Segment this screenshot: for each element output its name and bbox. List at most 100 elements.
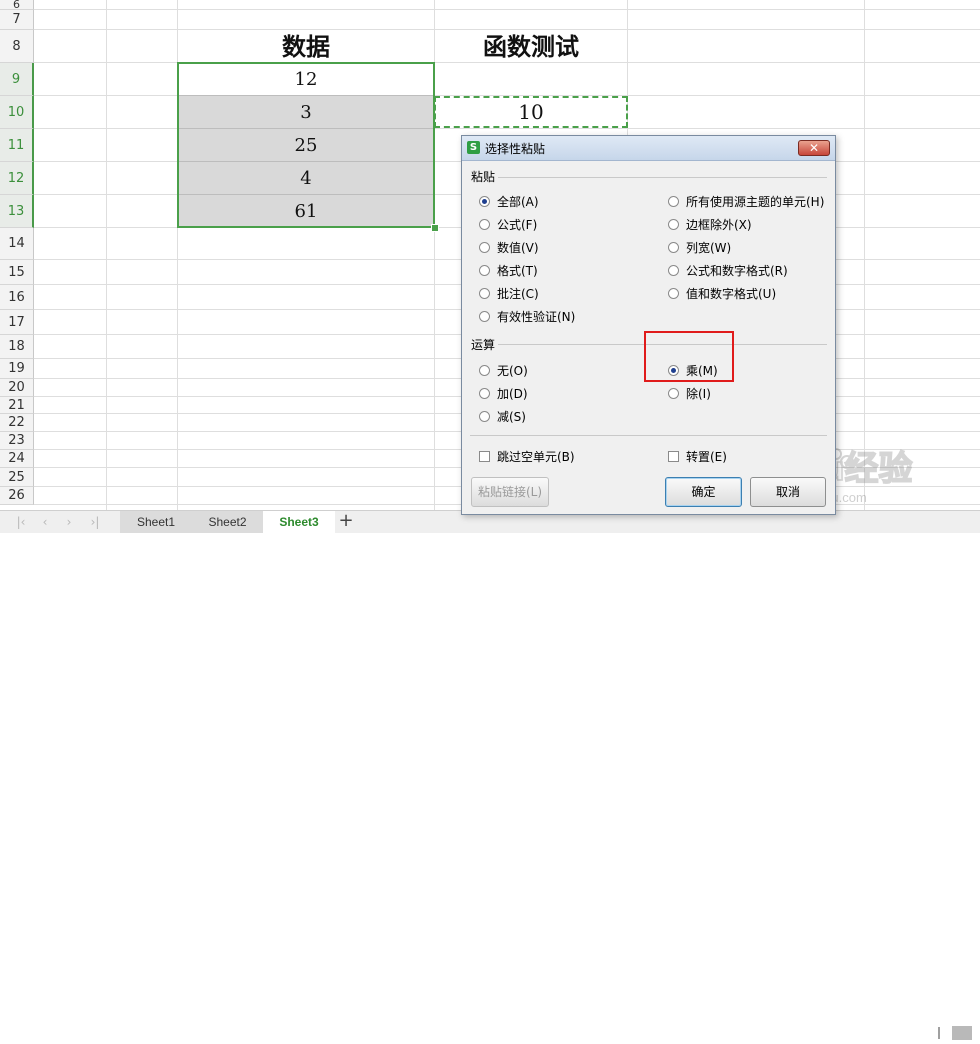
row-header-20[interactable]: 20: [0, 379, 34, 397]
paste-option-label: 格式(T): [497, 264, 538, 278]
paste-option-validation[interactable]: 有效性验证(N): [479, 308, 575, 325]
row-header-17[interactable]: 17: [0, 310, 34, 335]
row-header-25[interactable]: 25: [0, 468, 34, 487]
radio-icon: [668, 219, 679, 230]
dialog-title: 选择性粘贴: [485, 142, 546, 156]
radio-icon: [479, 265, 490, 276]
cancel-button[interactable]: 取消: [750, 477, 826, 507]
copied-cell[interactable]: 10: [434, 96, 628, 128]
highlight-annotation-box: [644, 331, 734, 382]
tab-sheet1[interactable]: Sheet1: [120, 511, 192, 533]
tab-sheet2[interactable]: Sheet2: [192, 511, 263, 533]
row-header-6[interactable]: 6: [0, 0, 34, 11]
cell-header-data[interactable]: 数据: [178, 30, 434, 63]
row-header-11[interactable]: 11: [0, 129, 34, 162]
last-sheet-icon[interactable]: ›|: [86, 514, 104, 530]
paste-option-source-theme[interactable]: 所有使用源主题的单元(H): [668, 193, 824, 210]
paste-link-button[interactable]: 粘贴链接(L): [471, 477, 549, 507]
radio-icon: [668, 242, 679, 253]
row-header-8[interactable]: 8: [0, 30, 34, 63]
ok-button[interactable]: 确定: [665, 477, 742, 507]
radio-icon: [479, 219, 490, 230]
row-header-15[interactable]: 15: [0, 260, 34, 285]
data-cell[interactable]: 61: [178, 195, 434, 228]
scroll-thumb[interactable]: [952, 1026, 972, 1040]
operation-option-label: 除(I): [686, 387, 711, 401]
paste-option-label: 全部(A): [497, 195, 539, 209]
radio-icon: [668, 265, 679, 276]
paste-option-formats[interactable]: 格式(T): [479, 262, 538, 279]
radio-icon: [479, 365, 490, 376]
paste-option-values-number-formats[interactable]: 值和数字格式(U): [668, 285, 776, 302]
close-button[interactable]: ✕: [798, 140, 830, 156]
skip-blanks-checkbox[interactable]: 跳过空单元(B): [479, 448, 575, 465]
radio-icon: [479, 388, 490, 399]
checkbox-label: 跳过空单元(B): [497, 450, 575, 464]
row-header-21[interactable]: 21: [0, 397, 34, 414]
row-header-13[interactable]: 13: [0, 195, 34, 228]
section-divider: [498, 177, 827, 178]
operation-option-label: 加(D): [497, 387, 528, 401]
paste-special-dialog: S 选择性粘贴 ✕ 粘贴 全部(A) 公式(F) 数值(V) 格式(T) 批注(…: [461, 135, 836, 515]
row-header-22[interactable]: 22: [0, 414, 34, 432]
prev-sheet-icon[interactable]: ‹: [36, 514, 54, 530]
tab-sheet3[interactable]: Sheet3: [263, 511, 335, 533]
row-header-24[interactable]: 24: [0, 450, 34, 468]
operation-option-add[interactable]: 加(D): [479, 385, 528, 402]
operation-section-label: 运算: [471, 338, 496, 352]
paste-section-label: 粘贴: [471, 170, 496, 184]
row-header-9[interactable]: 9: [0, 63, 34, 96]
operation-option-subtract[interactable]: 减(S): [479, 408, 526, 425]
transpose-checkbox[interactable]: 转置(E): [668, 448, 727, 465]
operation-option-none[interactable]: 无(O): [479, 362, 528, 379]
horizontal-scrollbar[interactable]: [932, 1024, 980, 1044]
data-cell[interactable]: 4: [178, 162, 434, 195]
paste-option-values[interactable]: 数值(V): [479, 239, 539, 256]
row-header-18[interactable]: 18: [0, 335, 34, 359]
row-7[interactable]: [34, 10, 980, 30]
dialog-titlebar[interactable]: S 选择性粘贴 ✕: [462, 136, 835, 161]
paste-option-label: 值和数字格式(U): [686, 287, 777, 301]
row-9[interactable]: [34, 63, 980, 96]
paste-option-label: 有效性验证(N): [497, 310, 576, 324]
paste-option-comments[interactable]: 批注(C): [479, 285, 539, 302]
paste-option-label: 列宽(W): [686, 241, 732, 255]
row-header-10[interactable]: 10: [0, 96, 34, 129]
paste-option-formulas-number-formats[interactable]: 公式和数字格式(R): [668, 262, 788, 279]
data-cell[interactable]: 12: [178, 63, 434, 96]
add-sheet-button[interactable]: +: [337, 511, 355, 533]
radio-icon: [479, 311, 490, 322]
paste-option-label: 所有使用源主题的单元(H): [686, 195, 825, 209]
paste-option-formulas[interactable]: 公式(F): [479, 216, 537, 233]
paste-option-label: 公式和数字格式(R): [686, 264, 788, 278]
operation-option-divide[interactable]: 除(I): [668, 385, 711, 402]
data-cell[interactable]: 3: [178, 96, 434, 129]
paste-option-label: 公式(F): [497, 218, 538, 232]
paste-option-no-borders[interactable]: 边框除外(X): [668, 216, 752, 233]
row-header-16[interactable]: 16: [0, 285, 34, 310]
paste-option-all[interactable]: 全部(A): [479, 193, 539, 210]
operation-option-label: 减(S): [497, 410, 526, 424]
cell-header-function-test[interactable]: 函数测试: [434, 30, 628, 63]
row-header-19[interactable]: 19: [0, 359, 34, 379]
operation-option-label: 无(O): [497, 364, 528, 378]
row-header-26[interactable]: 26: [0, 487, 34, 505]
radio-checked-icon: [479, 196, 490, 207]
radio-icon: [479, 411, 490, 422]
row-header-23[interactable]: 23: [0, 432, 34, 450]
radio-icon: [668, 388, 679, 399]
radio-icon: [479, 242, 490, 253]
paste-option-label: 数值(V): [497, 241, 539, 255]
paste-option-column-widths[interactable]: 列宽(W): [668, 239, 731, 256]
radio-icon: [479, 288, 490, 299]
first-sheet-icon[interactable]: |‹: [12, 514, 30, 530]
checkbox-icon: [479, 451, 490, 462]
data-cell[interactable]: 25: [178, 129, 434, 162]
checkbox-label: 转置(E): [686, 450, 727, 464]
row-header-14[interactable]: 14: [0, 228, 34, 260]
row-6[interactable]: [34, 0, 980, 10]
fill-handle[interactable]: [431, 224, 439, 232]
row-header-12[interactable]: 12: [0, 162, 34, 195]
row-header-7[interactable]: 7: [0, 10, 34, 30]
next-sheet-icon[interactable]: ›: [60, 514, 78, 530]
